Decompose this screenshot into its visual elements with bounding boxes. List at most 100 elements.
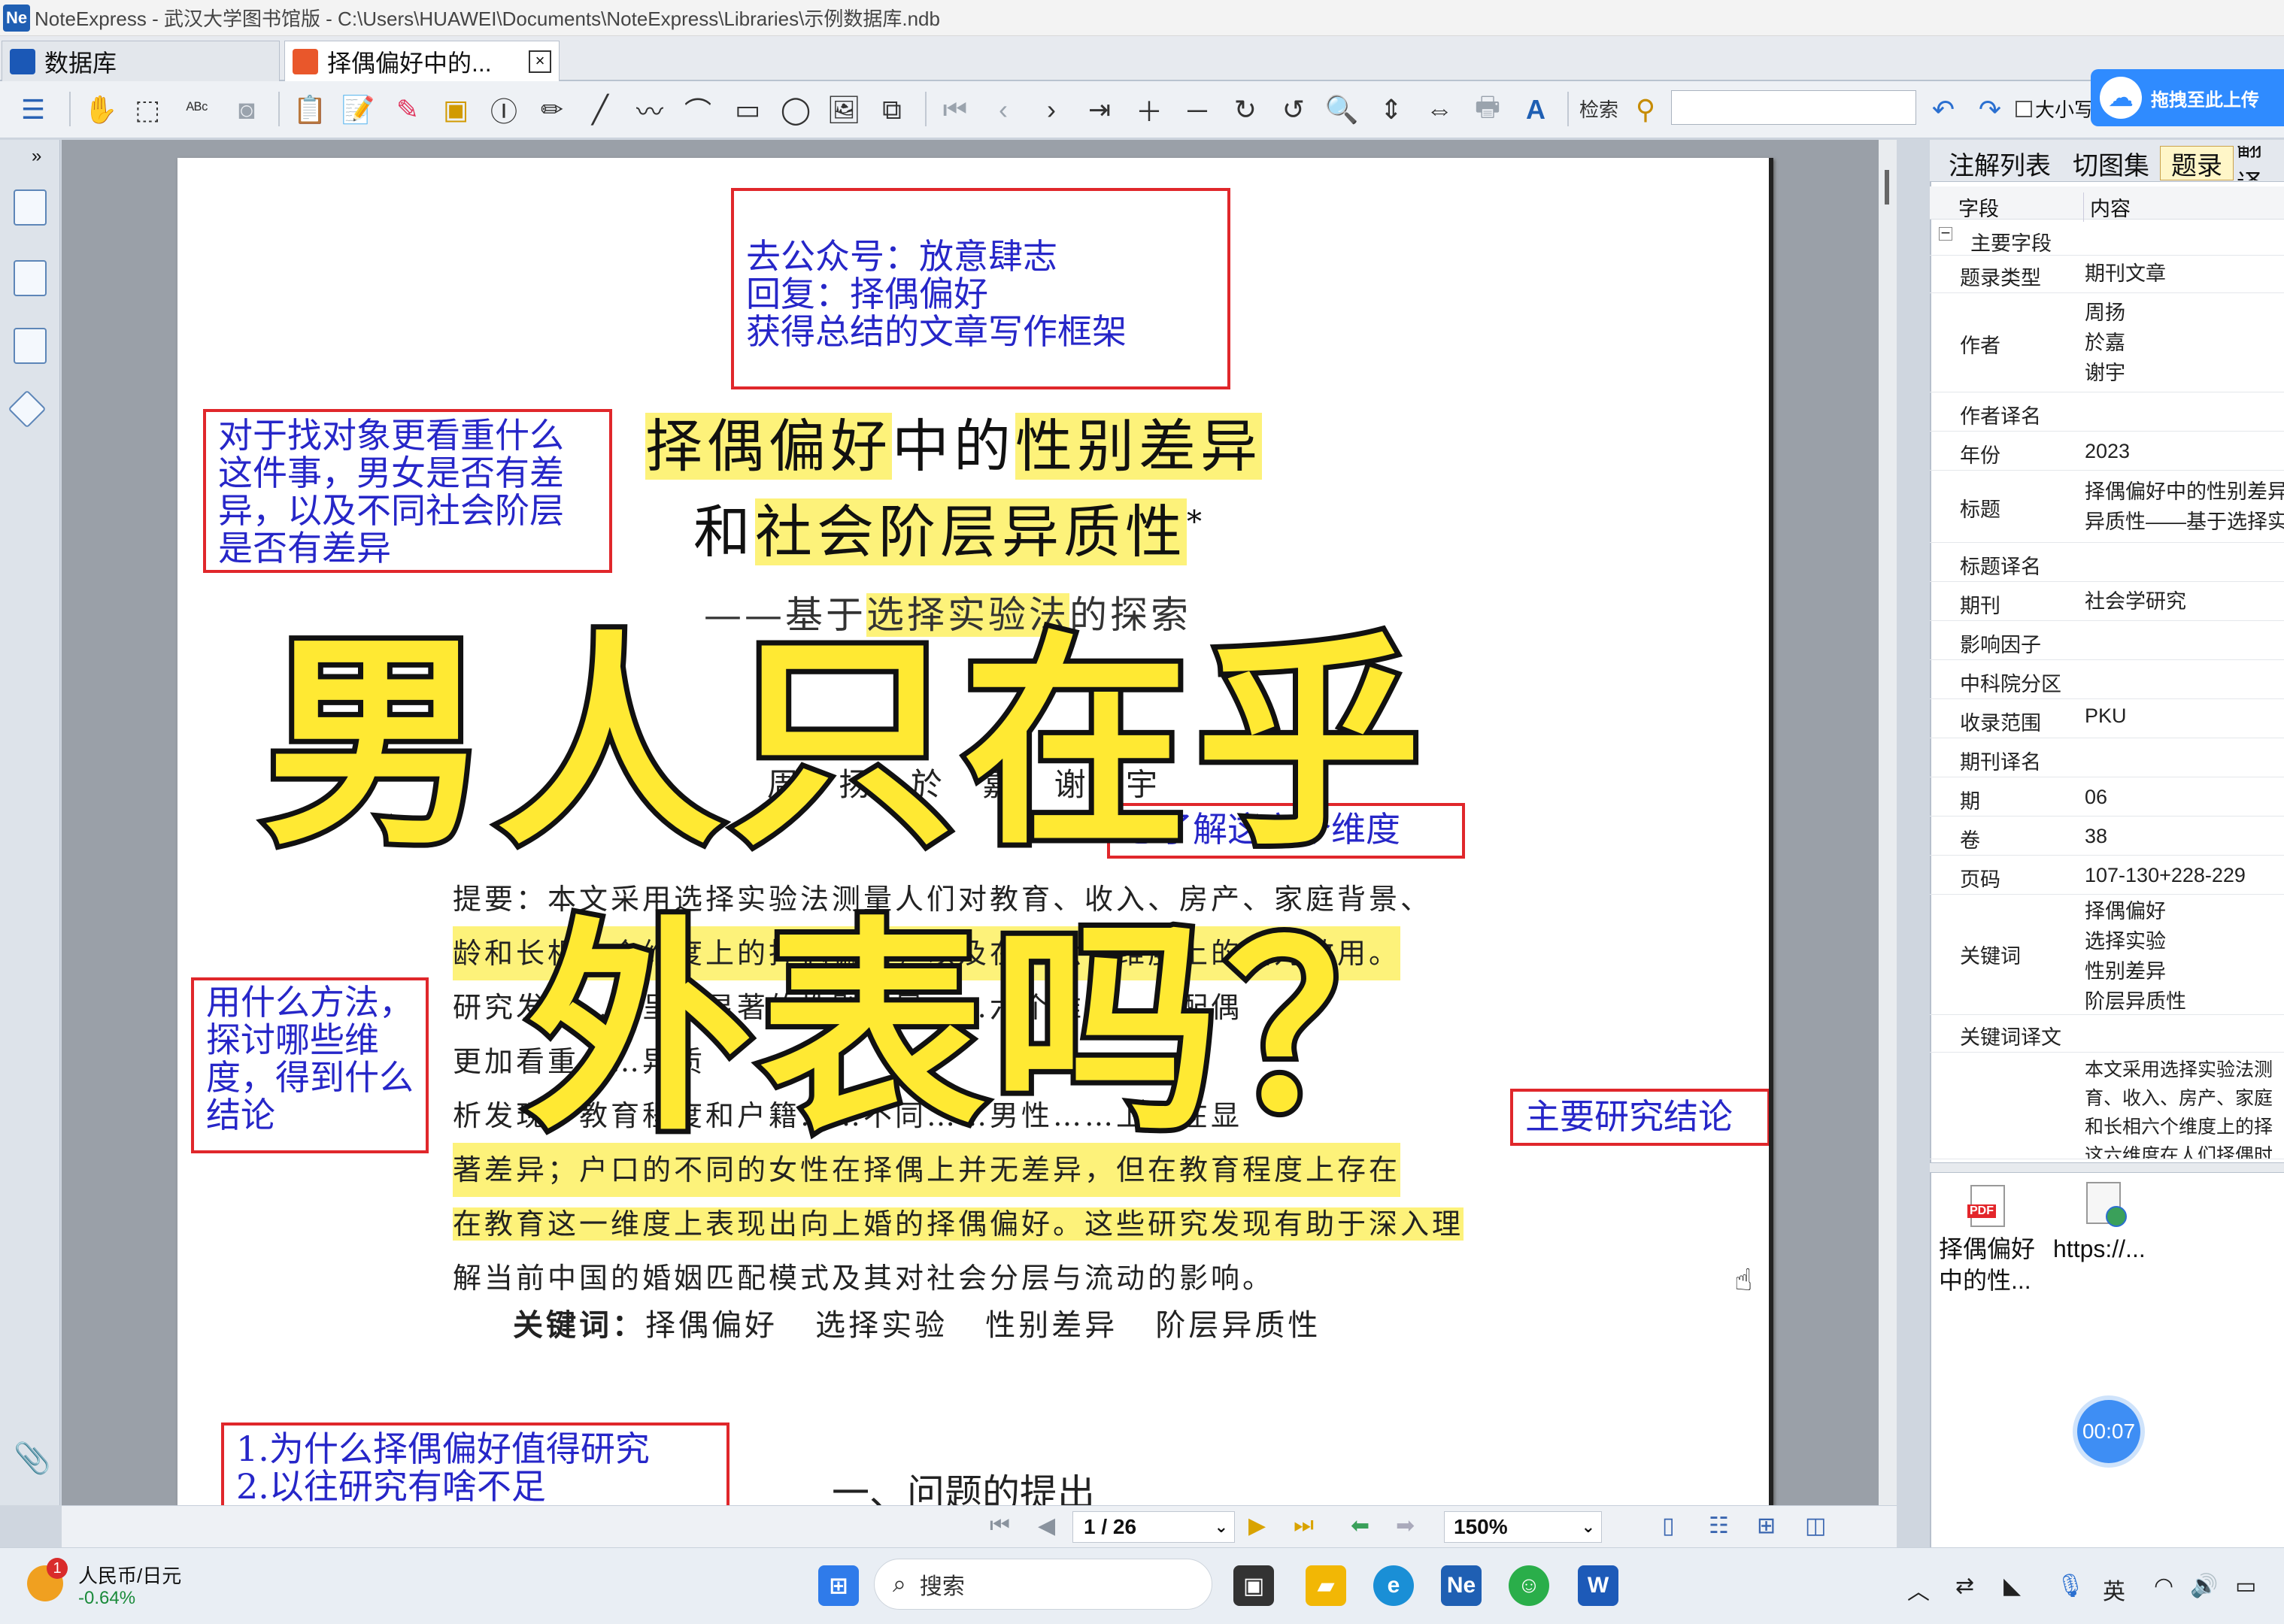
expand-icon[interactable]: » bbox=[32, 146, 41, 167]
microphone-icon[interactable]: 🎙 bbox=[2056, 1573, 2085, 1599]
previous-page-icon[interactable]: ‹ bbox=[985, 92, 1021, 128]
snapshot-icon[interactable]: ◙ bbox=[229, 92, 265, 128]
pencil-icon[interactable]: ✏ bbox=[534, 92, 570, 128]
input-method[interactable]: 英 bbox=[2103, 1573, 2125, 1606]
first-page-icon[interactable]: ⏮ bbox=[937, 92, 973, 128]
volume-icon[interactable]: 🔊 bbox=[2190, 1573, 2218, 1599]
text-box-icon[interactable]: Ⓘ bbox=[486, 92, 522, 128]
magnifier-icon[interactable]: 🔍 bbox=[1324, 92, 1360, 128]
battery-icon[interactable]: ▭ bbox=[2235, 1573, 2256, 1599]
zoom-in-icon[interactable]: ＋ bbox=[1131, 92, 1167, 128]
field-row[interactable]: 作者 周扬 於嘉 谢宇 bbox=[1930, 295, 2284, 392]
line-icon[interactable]: ╱ bbox=[582, 92, 618, 128]
forward-icon[interactable]: ➡ bbox=[1396, 1513, 1415, 1539]
bookmark-panel-icon[interactable] bbox=[14, 189, 47, 226]
thumbnail-panel-icon[interactable] bbox=[14, 260, 47, 296]
collapse-icon[interactable]: − bbox=[1939, 225, 1952, 241]
attachment-clip-icon[interactable]: 📎 bbox=[14, 1441, 51, 1476]
tab-pdf-document[interactable]: 择偶偏好中的... × bbox=[284, 41, 560, 81]
upload-button[interactable]: ☁ 拖拽至此上传 bbox=[2091, 69, 2284, 126]
binoculars-icon[interactable]: ⚲ bbox=[1627, 92, 1664, 128]
rotate-left-icon[interactable]: ↺ bbox=[1275, 92, 1312, 128]
previous-page-icon[interactable]: ◀ bbox=[1038, 1513, 1055, 1539]
field-row[interactable]: 年份 2023 bbox=[1930, 433, 2284, 471]
zoom-out-icon[interactable]: － bbox=[1179, 92, 1215, 128]
grid-view-icon[interactable]: ⊞ bbox=[1757, 1513, 1776, 1539]
field-row[interactable]: 标题 择偶偏好中的性别差异 异质性——基于选择实 bbox=[1930, 472, 2284, 543]
two-page-view-icon[interactable]: ◫ bbox=[1805, 1513, 1826, 1539]
page-selector[interactable]: 1 / 26 ⌄ bbox=[1072, 1511, 1235, 1543]
ellipse-shape-icon[interactable]: ◯ bbox=[778, 92, 814, 128]
crop-icon[interactable]: ⧉ bbox=[874, 92, 910, 128]
match-case-checkbox[interactable]: 大小写 bbox=[2016, 95, 2094, 123]
zoom-selector[interactable]: 150% ⌄ bbox=[1444, 1511, 1602, 1543]
field-row[interactable]: 期 06 bbox=[1930, 779, 2284, 817]
field-row[interactable]: 作者译名 bbox=[1930, 394, 2284, 432]
tab-clips[interactable]: 切图集 bbox=[2065, 146, 2157, 180]
tab-database[interactable]: 数据库 bbox=[2, 41, 280, 81]
notes-panel-icon[interactable] bbox=[14, 328, 47, 364]
curve-icon[interactable]: ⌒ bbox=[680, 92, 716, 128]
layers-panel-icon[interactable] bbox=[8, 389, 47, 429]
task-view-icon[interactable]: ▣ bbox=[1233, 1565, 1274, 1606]
rectangle-shape-icon[interactable]: ▭ bbox=[729, 92, 766, 128]
field-group-row[interactable]: − 主要字段 bbox=[1930, 221, 2284, 256]
tray-app-icon[interactable]: ⇄ bbox=[1955, 1573, 1974, 1599]
next-page-icon[interactable]: ▶ bbox=[1248, 1513, 1266, 1539]
back-icon[interactable]: ⬅ bbox=[1351, 1513, 1369, 1539]
last-page-icon[interactable]: ⏭ bbox=[1294, 1513, 1314, 1538]
chevron-up-icon[interactable]: ︿ bbox=[1907, 1573, 1930, 1606]
attachment-link-label[interactable]: https://... bbox=[2053, 1233, 2146, 1265]
undo-icon[interactable]: ↶ bbox=[1925, 92, 1961, 128]
field-row[interactable]: 标题译名 bbox=[1930, 544, 2284, 582]
rotate-right-icon[interactable]: ↻ bbox=[1227, 92, 1263, 128]
fit-height-icon[interactable]: ⇕ bbox=[1373, 92, 1409, 128]
scrollbar-thumb[interactable] bbox=[1885, 170, 1889, 205]
next-page-icon[interactable]: › bbox=[1033, 92, 1069, 128]
continuous-view-icon[interactable]: ☷ bbox=[1709, 1513, 1729, 1539]
windows-start-icon[interactable]: ⊞ bbox=[818, 1565, 859, 1606]
tray-tool-icon[interactable]: ◣ bbox=[2003, 1573, 2021, 1599]
tab-record[interactable]: 题录 bbox=[2160, 146, 2234, 180]
tab-annotations[interactable]: 注解列表 bbox=[1937, 146, 2062, 180]
field-row[interactable]: 期刊译名 bbox=[1930, 740, 2284, 777]
attachment-pdf-label[interactable]: 择偶偏好 中的性... bbox=[1939, 1233, 2035, 1296]
clipboard-icon[interactable]: 📋 bbox=[292, 92, 328, 128]
print-icon[interactable]: 🖶 bbox=[1470, 91, 1506, 128]
note-icon[interactable]: 📝 bbox=[340, 92, 376, 128]
freehand-icon[interactable]: 〰 bbox=[632, 92, 668, 128]
area-highlight-icon[interactable]: ▣ bbox=[438, 92, 474, 128]
select-rectangle-icon[interactable]: ⬚ bbox=[129, 92, 165, 128]
last-page-icon[interactable]: ⇥ bbox=[1081, 92, 1118, 128]
stock-name[interactable]: 人民币/日元 bbox=[78, 1561, 181, 1589]
search-input[interactable] bbox=[1671, 90, 1916, 125]
edge-browser-icon[interactable]: e bbox=[1373, 1565, 1414, 1606]
fit-width-icon[interactable]: ⇔ bbox=[1421, 92, 1457, 128]
field-row[interactable]: 关键词译文 bbox=[1930, 1017, 2284, 1053]
field-row[interactable]: 影响因子 bbox=[1930, 623, 2284, 660]
first-page-icon[interactable]: ⏮ bbox=[990, 1513, 1010, 1538]
pdf-icon[interactable]: PDF bbox=[1967, 1185, 2005, 1227]
field-row[interactable]: 卷 38 bbox=[1930, 818, 2284, 856]
word-icon[interactable]: W bbox=[1578, 1565, 1618, 1606]
field-row[interactable]: 本文采用选择实验法测 育、收入、房产、家庭 和长相六个维度上的择 这六维度在人们… bbox=[1930, 1054, 2284, 1159]
wifi-icon[interactable]: ◠ bbox=[2154, 1573, 2173, 1599]
redo-icon[interactable]: ↷ bbox=[1972, 92, 2008, 128]
file-explorer-icon[interactable]: ▰ bbox=[1306, 1565, 1346, 1606]
text-select-icon[interactable]: ᴬᴮᶜ bbox=[179, 92, 215, 128]
panel-splitter[interactable] bbox=[1930, 1162, 2284, 1173]
font-icon[interactable]: A bbox=[1518, 92, 1554, 128]
field-row[interactable]: 页码 107-130+228-229 bbox=[1930, 857, 2284, 895]
taskbar-search[interactable]: ⌕ 搜索 bbox=[874, 1559, 1212, 1610]
close-tab-icon[interactable]: × bbox=[529, 50, 551, 73]
noteexpress-taskbar-icon[interactable]: Ne bbox=[1441, 1565, 1482, 1606]
field-row[interactable]: 收录范围 PKU bbox=[1930, 701, 2284, 738]
outline-icon[interactable]: ☰ bbox=[15, 92, 51, 128]
field-row[interactable]: 题录类型 期刊文章 bbox=[1930, 257, 2284, 293]
image-icon[interactable]: 🖼 bbox=[826, 92, 862, 128]
tab-translate[interactable]: 翻译 bbox=[2237, 146, 2284, 180]
vertical-scrollbar[interactable] bbox=[1879, 140, 1897, 1505]
timer-badge[interactable]: 00:07 bbox=[2073, 1395, 2145, 1468]
field-row[interactable]: 中科院分区 bbox=[1930, 662, 2284, 699]
wechat-icon[interactable]: ☺ bbox=[1509, 1565, 1549, 1606]
